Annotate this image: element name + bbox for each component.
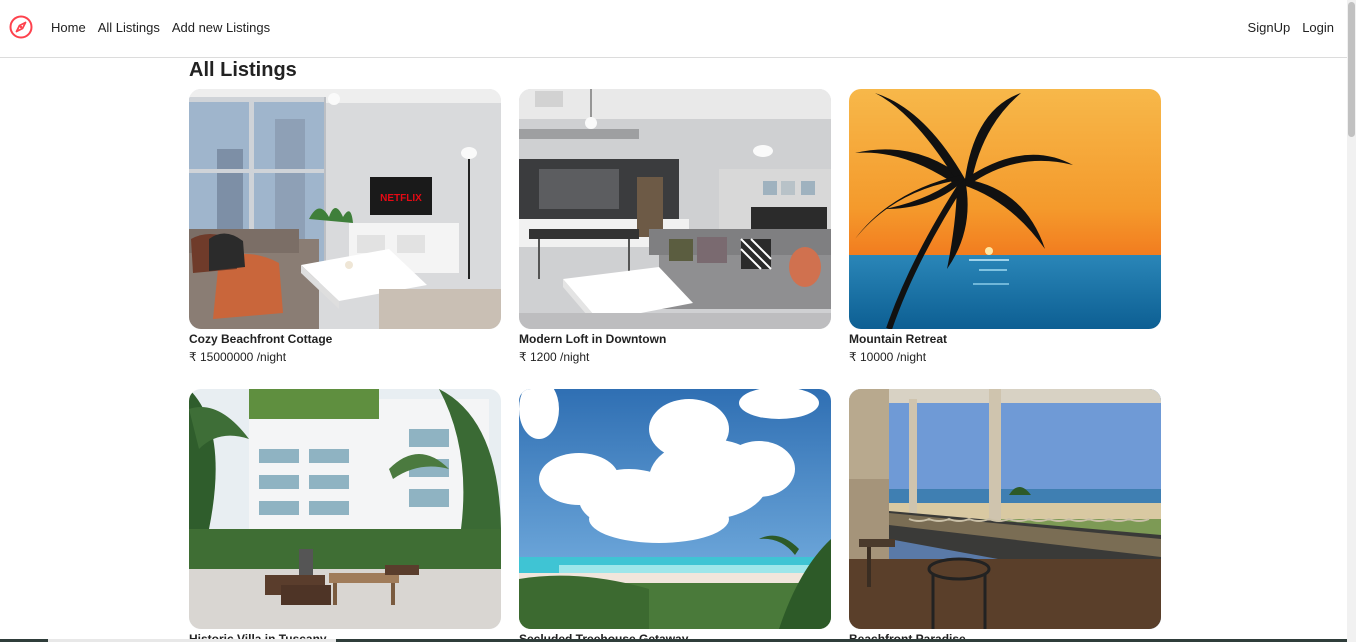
listing-price: ₹ 1200 /night (519, 350, 590, 364)
beach-clouds-photo (519, 389, 831, 629)
login-link[interactable]: Login (1302, 20, 1334, 35)
auth-links: SignUp Login (1248, 20, 1334, 35)
loft-interior-photo (519, 89, 831, 329)
listing-price: ₹ 15000000 /night (189, 350, 287, 364)
listing-card[interactable]: Mountain Retreat ₹ 10000 /night (849, 89, 1161, 364)
signup-link[interactable]: SignUp (1248, 20, 1291, 35)
courtyard-building-photo (189, 389, 501, 629)
navbar: Home All Listings Add new Listings SignU… (0, 0, 1347, 58)
nav-all-listings-link[interactable]: All Listings (98, 20, 160, 35)
porch-beach-view-photo (849, 389, 1161, 629)
compass-icon[interactable] (9, 15, 33, 39)
page-title: All Listings (189, 59, 297, 81)
svg-text:NETFLIX: NETFLIX (380, 193, 422, 204)
listing-image[interactable] (849, 89, 1161, 329)
listing-image[interactable] (519, 389, 831, 629)
listing-title[interactable]: Mountain Retreat (849, 332, 1161, 346)
listing-title[interactable]: Cozy Beachfront Cottage (189, 332, 501, 346)
listing-image[interactable] (849, 389, 1161, 629)
listing-image[interactable]: NETFLIX (189, 89, 501, 329)
listing-card[interactable]: Modern Loft in Downtown ₹ 1200 /night (519, 89, 831, 364)
listing-card[interactable]: NETFLIX Cozy Beachfront Cottage ₹ 150000… (189, 89, 501, 364)
living-room-photo: NETFLIX (189, 89, 501, 329)
page-scrollbar[interactable] (1347, 0, 1356, 642)
listing-image[interactable] (519, 89, 831, 329)
scrollbar-thumb[interactable] (1348, 2, 1355, 137)
listing-title[interactable]: Modern Loft in Downtown (519, 332, 831, 346)
nav-add-listing-link[interactable]: Add new Listings (172, 20, 270, 35)
palm-sunset-photo (849, 89, 1161, 329)
nav-links: Home All Listings Add new Listings (51, 20, 270, 35)
listing-price: ₹ 10000 /night (849, 350, 927, 364)
listing-card[interactable]: Beachfront Paradise (849, 389, 1161, 642)
listing-card[interactable]: Historic Villa in Tuscany (189, 389, 501, 642)
listing-card[interactable]: Secluded Treehouse Getaway (519, 389, 831, 642)
listing-image[interactable] (189, 389, 501, 629)
nav-home-link[interactable]: Home (51, 20, 86, 35)
